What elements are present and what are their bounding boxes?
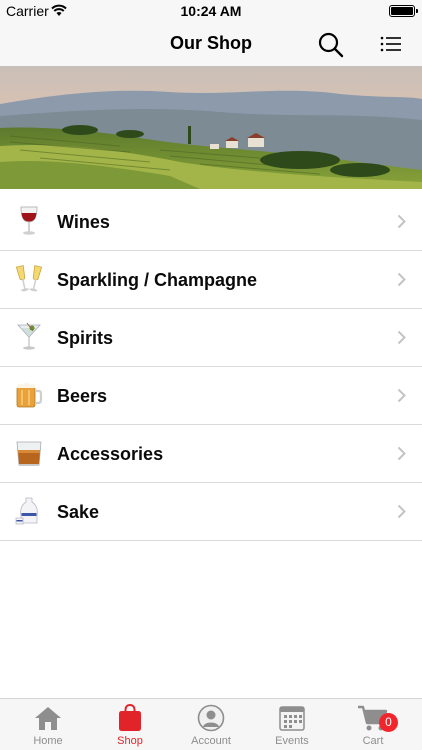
tab-label: Home [33,735,63,747]
category-row-wines[interactable]: Wines [0,193,422,251]
chevron-right-icon [397,446,406,461]
chevron-right-icon [397,272,406,287]
navigation-bar: Our Shop [0,22,422,66]
cart-count-badge: 0 [379,713,398,732]
page-title: Our Shop [170,33,252,53]
category-label: Sparkling / Champagne [57,270,258,290]
cocktail-glass-icon [15,321,43,353]
menu-list-icon[interactable] [378,32,404,56]
search-icon[interactable] [316,30,346,60]
beer-mug-icon [15,379,43,411]
shopping-bag-icon [119,704,141,731]
category-label: Spirits [57,328,114,348]
category-label: Wines [57,212,110,232]
tab-cart[interactable]: 0 Cart [331,699,415,750]
tab-label: Cart [362,735,384,747]
wine-glass-icon [15,205,43,237]
category-label: Sake [57,502,100,522]
chevron-right-icon [397,504,406,519]
tab-bar: Home Shop Account Events 0 Cart [0,698,422,750]
calendar-icon [279,706,305,731]
category-row-spirits[interactable]: Spirits [0,309,422,367]
category-label: Beers [57,386,108,406]
status-bar: Carrier 10:24 AM [0,0,422,22]
vineyard-banner-image [0,66,422,189]
chevron-right-icon [397,388,406,403]
account-icon [197,704,225,732]
category-label: Accessories [57,444,164,464]
tab-account[interactable]: Account [169,699,253,750]
whisky-tumbler-icon [15,437,43,469]
battery-icon [389,5,418,17]
category-list: Wines Sparkling / Champagne Spirits Beer… [0,193,422,541]
category-row-sake[interactable]: Sake [0,483,422,541]
sake-bottle-icon [15,495,43,527]
category-row-beers[interactable]: Beers [0,367,422,425]
category-row-sparkling-champagne[interactable]: Sparkling / Champagne [0,251,422,309]
tab-shop[interactable]: Shop [88,699,172,750]
home-icon [35,707,61,730]
tab-events[interactable]: Events [250,699,334,750]
tab-label: Events [275,735,309,747]
chevron-right-icon [397,214,406,229]
tab-home[interactable]: Home [6,699,90,750]
tab-label: Account [191,735,231,747]
chevron-right-icon [397,330,406,345]
champagne-glasses-icon [15,263,43,295]
category-row-accessories[interactable]: Accessories [0,425,422,483]
tab-label: Shop [117,735,143,747]
status-time: 10:24 AM [180,3,242,19]
